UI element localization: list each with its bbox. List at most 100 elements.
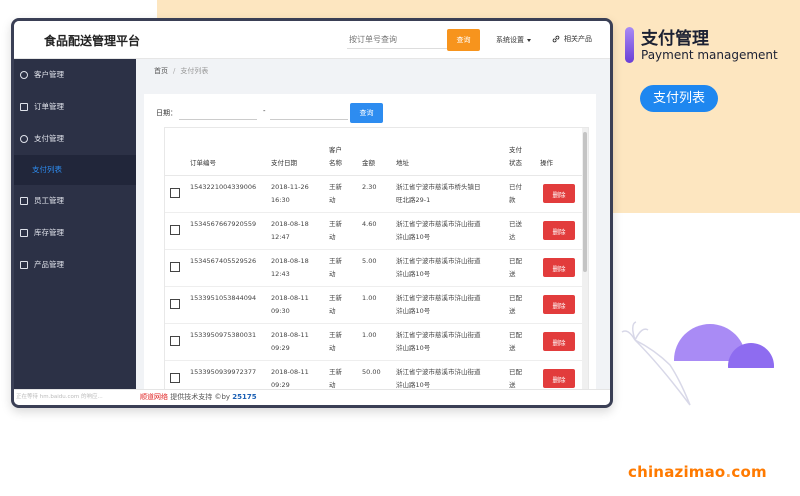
customer-name-l1: 王新 bbox=[329, 257, 342, 265]
amount: 4.60 bbox=[362, 220, 377, 228]
sidebar-item-label: 产品管理 bbox=[34, 260, 64, 269]
end-date-input[interactable] bbox=[270, 104, 348, 120]
start-date-input[interactable] bbox=[179, 104, 257, 120]
customer-name-l2: 动 bbox=[329, 307, 336, 315]
status-l1: 已配 bbox=[509, 257, 522, 265]
sidebar-subitem-payment-list[interactable]: 支付列表 bbox=[14, 155, 136, 185]
order-search-input[interactable] bbox=[347, 31, 447, 49]
customer-name-l2: 动 bbox=[329, 233, 336, 241]
delete-button[interactable]: 删除 bbox=[543, 184, 575, 203]
status-text: 正在等待 hm.baidu.com 的响应... bbox=[16, 394, 103, 400]
sidebar-item-customers[interactable]: 客户管理 bbox=[14, 59, 136, 91]
table-scrollbar[interactable] bbox=[582, 128, 588, 393]
customer-name-l1: 王新 bbox=[329, 294, 342, 302]
row-checkbox[interactable] bbox=[170, 336, 180, 346]
sidebar-item-products[interactable]: 产品管理 bbox=[14, 249, 136, 281]
address-l1: 浙江省宁波市慈溪市浒山街道 bbox=[396, 368, 481, 376]
address-l2: 浒山路10号 bbox=[396, 270, 431, 278]
row-checkbox[interactable] bbox=[170, 188, 180, 198]
delete-button[interactable]: 删除 bbox=[543, 369, 575, 388]
link-icon bbox=[552, 35, 560, 43]
main-content: 首页 / 支付列表 日期： - 查询 订单编号 支付日期 客户 名称 金额 地址 支… bbox=[136, 59, 610, 394]
breadcrumb-current: 支付列表 bbox=[180, 67, 209, 75]
search-button[interactable]: 查询 bbox=[447, 29, 480, 51]
payment-table-container: 订单编号 支付日期 客户 名称 金额 地址 支付 状态 操作 154322100… bbox=[164, 127, 589, 394]
status-l1: 已付 bbox=[509, 183, 522, 191]
address-l1: 浙江省宁波市慈溪市浒山街道 bbox=[396, 331, 481, 339]
date-range-dash: - bbox=[263, 107, 266, 115]
delete-button[interactable]: 删除 bbox=[543, 221, 575, 240]
table-row: 1543221004339006 2018-11-26 16:30 王新 动 2… bbox=[165, 176, 582, 213]
footer-number[interactable]: 25175 bbox=[232, 393, 256, 401]
sidebar-item-orders[interactable]: 订单管理 bbox=[14, 91, 136, 123]
address-l1: 浙江省宁波市慈溪市浒山街道 bbox=[396, 257, 481, 265]
sidebar-item-label: 员工管理 bbox=[34, 196, 64, 205]
scrollbar-thumb[interactable] bbox=[583, 132, 587, 272]
amount: 50.00 bbox=[362, 368, 381, 376]
sidebar-item-staff[interactable]: 员工管理 bbox=[14, 185, 136, 217]
sidebar: 客户管理 订单管理 支付管理 支付列表 员工管理 库存管理 产品管理 bbox=[14, 59, 136, 389]
sidebar-item-payments[interactable]: 支付管理 bbox=[14, 123, 136, 155]
watermark-tld: com bbox=[731, 463, 767, 481]
app-brand: 食品配送管理平台 bbox=[44, 34, 141, 48]
home-icon bbox=[20, 229, 28, 237]
address-l1: 浙江省宁波市慈溪市浒山街道 bbox=[396, 294, 481, 302]
table-row: 1534567667920559 2018-08-18 12:47 王新 动 4… bbox=[165, 213, 582, 250]
sidebar-item-label: 客户管理 bbox=[34, 70, 64, 79]
sidebar-item-label: 库存管理 bbox=[34, 228, 64, 237]
row-checkbox[interactable] bbox=[170, 262, 180, 272]
table-row: 1533950975380031 2018-08-11 09:29 王新 动 1… bbox=[165, 324, 582, 361]
table-row: 1533951053844094 2018-08-11 09:30 王新 动 1… bbox=[165, 287, 582, 324]
promo-badge: 支付列表 bbox=[640, 85, 718, 112]
date-label: 日期： bbox=[156, 109, 177, 117]
order-number: 1533950939972377 bbox=[190, 368, 257, 376]
payment-list-panel: 日期： - 查询 订单编号 支付日期 客户 名称 金额 地址 支付 状态 操作 … bbox=[144, 94, 596, 394]
order-number: 1543221004339006 bbox=[190, 183, 257, 191]
customer-name-l1: 王新 bbox=[329, 331, 342, 339]
pay-date: 2018-11-26 bbox=[271, 183, 309, 191]
header-pay-date: 支付日期 bbox=[271, 159, 297, 167]
user-icon bbox=[20, 71, 28, 79]
pay-date: 2018-08-11 bbox=[271, 294, 309, 302]
related-products-link[interactable]: 相关产品 bbox=[552, 34, 592, 44]
system-settings-menu[interactable]: 系统设置 bbox=[496, 35, 531, 45]
id-card-icon bbox=[20, 197, 28, 205]
watermark: chinazimao.com bbox=[628, 463, 767, 481]
pay-date: 2018-08-18 bbox=[271, 220, 309, 228]
pay-date: 2018-08-18 bbox=[271, 257, 309, 265]
status-l1: 已配 bbox=[509, 368, 522, 376]
top-bar: 食品配送管理平台 查询 系统设置 相关产品 bbox=[14, 21, 610, 59]
status-l1: 已送 bbox=[509, 220, 522, 228]
breadcrumb: 首页 / 支付列表 bbox=[154, 66, 208, 76]
delete-button[interactable]: 删除 bbox=[543, 258, 575, 277]
footer: 正在等待 hm.baidu.com 的响应... 顺道网络 提供技术支持 ©by… bbox=[14, 389, 610, 405]
delete-button[interactable]: 删除 bbox=[543, 295, 575, 314]
breadcrumb-home[interactable]: 首页 bbox=[154, 67, 168, 75]
promo-subtitle: Payment management bbox=[641, 48, 778, 62]
amount: 1.00 bbox=[362, 294, 377, 302]
order-number: 1534567667920559 bbox=[190, 220, 257, 228]
header-action: 操作 bbox=[540, 159, 553, 167]
address-l2: 浒山路10号 bbox=[396, 344, 431, 352]
row-checkbox[interactable] bbox=[170, 373, 180, 383]
watermark-name: chinazimao bbox=[628, 463, 726, 481]
order-number: 1533951053844094 bbox=[190, 294, 257, 302]
footer-brand[interactable]: 顺道网络 bbox=[140, 393, 168, 401]
pay-time: 09:29 bbox=[271, 344, 290, 352]
status-l2: 送 bbox=[509, 270, 516, 278]
status-l1: 已配 bbox=[509, 294, 522, 302]
payment-table: 订单编号 支付日期 客户 名称 金额 地址 支付 状态 操作 154322100… bbox=[165, 128, 582, 393]
delete-button[interactable]: 删除 bbox=[543, 332, 575, 351]
sidebar-item-inventory[interactable]: 库存管理 bbox=[14, 217, 136, 249]
system-settings-label: 系统设置 bbox=[496, 36, 524, 44]
customer-name-l1: 王新 bbox=[329, 220, 342, 228]
status-l2: 送 bbox=[509, 344, 516, 352]
related-products-label: 相关产品 bbox=[564, 35, 592, 43]
row-checkbox[interactable] bbox=[170, 299, 180, 309]
pay-time: 12:47 bbox=[271, 233, 290, 241]
row-checkbox[interactable] bbox=[170, 225, 180, 235]
query-button[interactable]: 查询 bbox=[350, 103, 383, 123]
status-l2: 款 bbox=[509, 196, 516, 204]
promo-title: 支付管理 bbox=[641, 29, 709, 49]
amount: 5.00 bbox=[362, 257, 377, 265]
